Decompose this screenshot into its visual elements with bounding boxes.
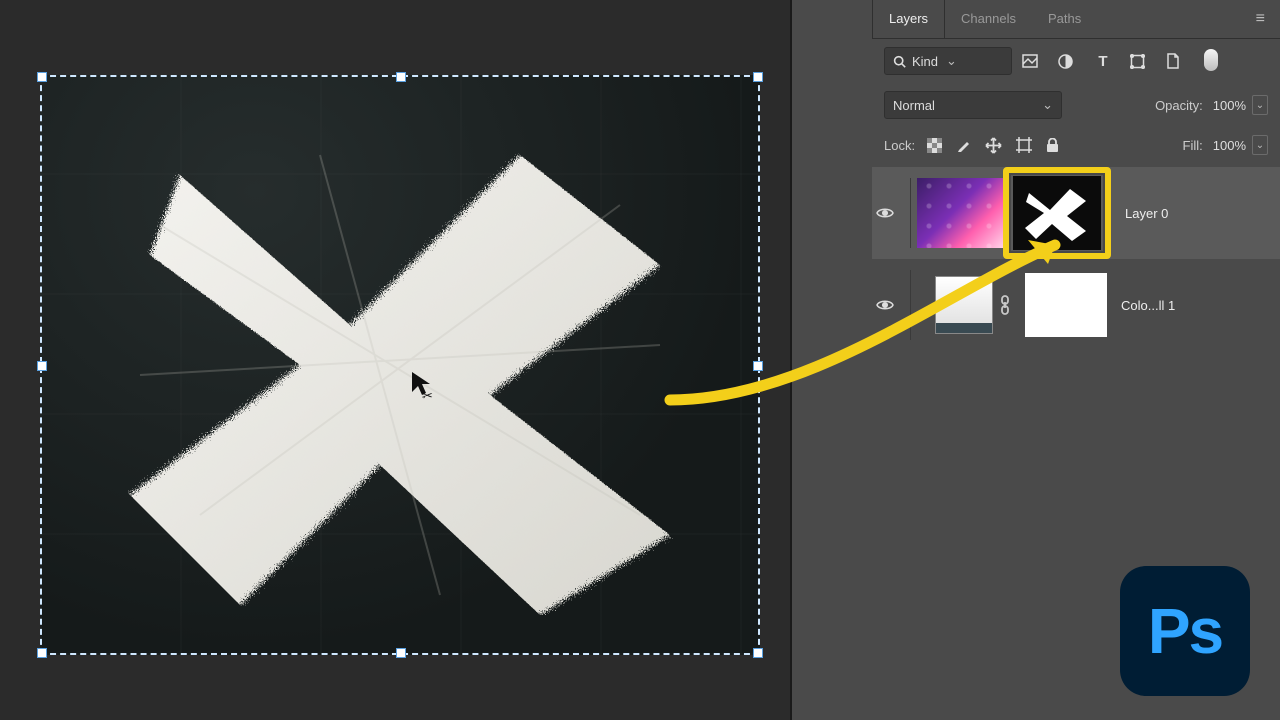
blend-row: Normal ⌄ Opacity: 100% ⌄ bbox=[872, 83, 1280, 127]
handle-right[interactable] bbox=[753, 361, 763, 371]
lock-label: Lock: bbox=[884, 138, 915, 153]
layer-row[interactable]: Layer 0 bbox=[872, 167, 1280, 259]
layer-filter-row: Kind ⌄ T bbox=[872, 39, 1280, 83]
lock-all-icon[interactable] bbox=[1046, 138, 1059, 153]
tab-paths[interactable]: Paths bbox=[1032, 0, 1097, 38]
handle-bottom-right[interactable] bbox=[753, 648, 763, 658]
filter-pixel-icon[interactable] bbox=[1022, 54, 1040, 68]
tab-layers[interactable]: Layers bbox=[872, 0, 945, 38]
layer-thumbnail[interactable] bbox=[917, 178, 1003, 248]
layer-row[interactable]: Colo...ll 1 bbox=[872, 259, 1280, 351]
layer-list: Layer 0 Colo...ll 1 bbox=[872, 167, 1280, 351]
layer-name[interactable]: Colo...ll 1 bbox=[1121, 298, 1175, 313]
handle-bottom[interactable] bbox=[396, 648, 406, 658]
search-icon bbox=[893, 55, 906, 68]
filter-adjust-icon[interactable] bbox=[1058, 54, 1076, 69]
divider bbox=[910, 178, 911, 248]
handle-left[interactable] bbox=[37, 361, 47, 371]
filter-toggle[interactable] bbox=[1202, 49, 1220, 74]
handle-bottom-left[interactable] bbox=[37, 648, 47, 658]
filter-kind-dropdown[interactable]: Kind ⌄ bbox=[884, 47, 1012, 75]
panel-tabbar: Layers Channels Paths ≡ bbox=[872, 0, 1280, 39]
photoshop-logo-text: Ps bbox=[1148, 594, 1222, 668]
panel-gutter bbox=[792, 0, 872, 720]
lock-row: Lock: Fill: 100% ⌄ bbox=[872, 127, 1280, 163]
filter-smart-icon[interactable] bbox=[1166, 53, 1184, 69]
blend-mode-dropdown[interactable]: Normal ⌄ bbox=[884, 91, 1062, 119]
lock-paint-icon[interactable] bbox=[956, 138, 971, 153]
handle-top-right[interactable] bbox=[753, 72, 763, 82]
handle-top-left[interactable] bbox=[37, 72, 47, 82]
fill-layer-thumbnail[interactable] bbox=[935, 276, 993, 334]
opacity-label: Opacity: bbox=[1155, 98, 1203, 113]
chevron-down-icon: ⌄ bbox=[946, 53, 957, 69]
visibility-eye-icon[interactable] bbox=[876, 299, 904, 311]
chevron-down-icon[interactable]: ⌄ bbox=[1252, 135, 1268, 155]
photoshop-logo: Ps bbox=[1120, 566, 1250, 696]
transform-selection[interactable] bbox=[40, 75, 760, 655]
chevron-down-icon[interactable]: ⌄ bbox=[1252, 95, 1268, 115]
filter-kind-label: Kind bbox=[912, 54, 938, 69]
panel-menu-icon[interactable]: ≡ bbox=[1242, 10, 1280, 28]
canvas-area[interactable]: ✂ bbox=[0, 0, 790, 720]
layer-mask-thumbnail[interactable] bbox=[1025, 273, 1107, 337]
handle-top[interactable] bbox=[396, 72, 406, 82]
blend-mode-value: Normal bbox=[893, 98, 935, 113]
fill-value-field[interactable]: 100% ⌄ bbox=[1213, 135, 1268, 155]
layer-name[interactable]: Layer 0 bbox=[1125, 206, 1168, 221]
scissors-icon: ✂ bbox=[422, 388, 433, 404]
lock-position-icon[interactable] bbox=[985, 137, 1002, 154]
opacity-value-field[interactable]: 100% ⌄ bbox=[1213, 95, 1268, 115]
lock-artboard-icon[interactable] bbox=[1016, 137, 1032, 153]
divider bbox=[910, 270, 911, 340]
opacity-value: 100% bbox=[1213, 98, 1246, 113]
visibility-eye-icon[interactable] bbox=[876, 207, 904, 219]
fill-value: 100% bbox=[1213, 138, 1246, 153]
tab-channels[interactable]: Channels bbox=[945, 0, 1032, 38]
filter-shape-icon[interactable] bbox=[1130, 54, 1148, 69]
filter-type-icon[interactable]: T bbox=[1094, 53, 1112, 70]
fill-label: Fill: bbox=[1183, 138, 1203, 153]
lock-transparency-icon[interactable] bbox=[927, 138, 942, 153]
annotation-highlight bbox=[1003, 167, 1111, 259]
link-icon[interactable] bbox=[999, 295, 1019, 315]
chevron-down-icon: ⌄ bbox=[1042, 97, 1053, 113]
